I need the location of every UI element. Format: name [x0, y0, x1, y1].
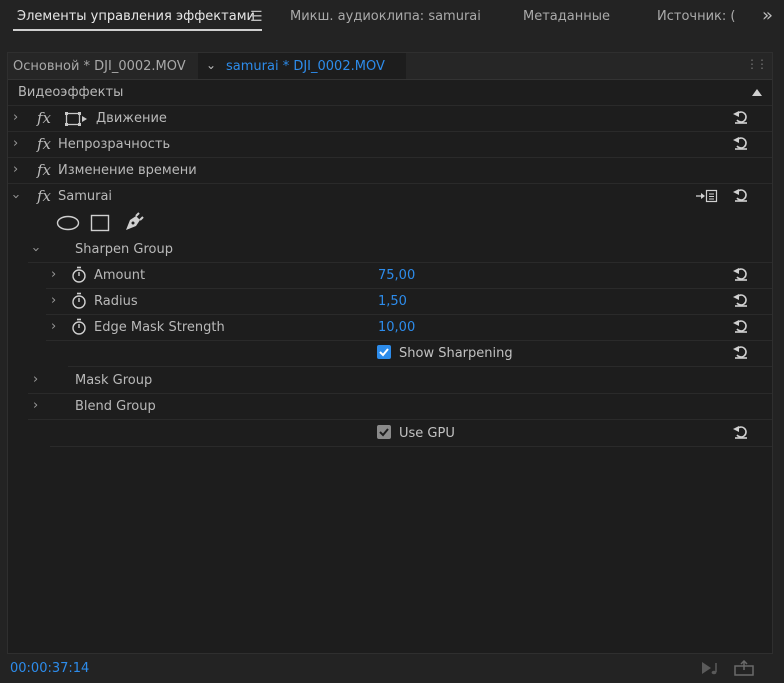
reset-icon[interactable] [732, 108, 750, 126]
group-label-mask: Mask Group [75, 373, 153, 388]
active-clip-tab[interactable]: ⌄ samurai * DJI_0002.MOV [198, 53, 406, 79]
rectangle-mask-icon[interactable] [90, 214, 110, 232]
effect-row-time-remap[interactable]: › fx Изменение времени [8, 158, 772, 184]
clip-dropdown-chevron-icon[interactable]: ⌄ [206, 58, 216, 72]
effect-controls-panel: Основной * DJI_0002.MOV ⌄ samurai * DJI_… [7, 52, 773, 654]
panel-menu-icon[interactable]: ☰ [250, 9, 263, 25]
group-row-sharpen[interactable]: › Sharpen Group [28, 237, 772, 263]
effect-label-motion: Движение [96, 111, 167, 126]
group-label-blend: Blend Group [75, 399, 156, 414]
fx-toggle-icon[interactable]: fx [37, 135, 51, 153]
tab-metadata[interactable]: Метаданные [523, 9, 610, 24]
section-title: Видеоэффекты [18, 85, 124, 100]
expand-chevron-icon[interactable]: › [51, 267, 56, 282]
fx-toggle-icon[interactable]: fx [37, 109, 51, 127]
effect-label-opacity: Непрозрачность [58, 137, 171, 152]
playhead-timecode[interactable]: 00:00:37:14 [10, 661, 89, 676]
param-row-amount[interactable]: › Amount 75,00 [46, 263, 772, 289]
effect-row-motion[interactable]: › fx Движение [8, 106, 772, 132]
export-clip-icon[interactable] [734, 660, 754, 676]
reset-icon[interactable] [732, 265, 750, 283]
param-label-edge-mask-strength: Edge Mask Strength [94, 320, 225, 335]
status-bar: 00:00:37:14 [0, 654, 784, 683]
param-value-radius[interactable]: 1,50 [378, 294, 407, 309]
param-value-edge-mask-strength[interactable]: 10,00 [378, 320, 415, 335]
param-row-edge-mask-strength[interactable]: › Edge Mask Strength 10,00 [46, 315, 772, 341]
param-label-amount: Amount [94, 268, 146, 283]
expand-chevron-icon[interactable]: › [51, 319, 56, 334]
play-audio-icon[interactable] [700, 660, 722, 676]
param-value-amount[interactable]: 75,00 [378, 268, 415, 283]
expand-chevron-icon[interactable]: › [13, 110, 18, 125]
stopwatch-icon[interactable] [71, 292, 87, 309]
expand-chevron-icon[interactable]: › [13, 162, 18, 177]
show-sharpening-row: Show Sharpening [68, 341, 772, 367]
collapse-up-icon[interactable] [752, 89, 762, 96]
tabs-overflow-icon[interactable]: » [762, 5, 773, 26]
show-sharpening-label: Show Sharpening [399, 346, 513, 361]
fx-toggle-icon[interactable]: fx [37, 187, 51, 205]
panel-grip-icon[interactable]: ⋮⋮ [746, 57, 768, 71]
expand-chevron-icon[interactable]: › [33, 398, 38, 413]
ellipse-mask-icon[interactable] [56, 215, 80, 231]
effect-label-time-remap: Изменение времени [58, 163, 197, 178]
collapse-chevron-icon[interactable]: › [8, 194, 23, 199]
tab-source[interactable]: Источник: ( [657, 9, 735, 24]
active-clip-name: samurai * DJI_0002.MOV [226, 59, 385, 74]
reset-icon[interactable] [732, 134, 750, 152]
stopwatch-icon[interactable] [71, 318, 87, 335]
mask-tools-row [8, 210, 772, 236]
panel-gutter [0, 40, 7, 654]
transform-box-icon[interactable] [65, 112, 87, 126]
video-effects-header: Видеоэффекты [8, 80, 772, 106]
stopwatch-icon[interactable] [71, 266, 87, 283]
expand-chevron-icon[interactable]: › [51, 293, 56, 308]
clip-selector-bar: Основной * DJI_0002.MOV ⌄ samurai * DJI_… [8, 53, 772, 80]
effect-settings-icon[interactable] [696, 189, 718, 203]
use-gpu-checkbox[interactable] [377, 425, 391, 439]
param-label-radius: Radius [94, 294, 138, 309]
reset-icon[interactable] [732, 186, 750, 204]
pen-mask-icon[interactable] [124, 212, 144, 232]
use-gpu-row: Use GPU [50, 421, 772, 447]
tab-effect-controls[interactable]: Элементы управления эффектами [17, 9, 255, 24]
effect-row-samurai[interactable]: › fx Samurai [8, 184, 772, 210]
group-row-blend[interactable]: › Blend Group [28, 394, 772, 420]
use-gpu-label: Use GPU [399, 426, 455, 441]
expand-chevron-icon[interactable]: › [13, 136, 18, 151]
group-row-mask[interactable]: › Mask Group [28, 368, 772, 394]
expand-chevron-icon[interactable]: › [33, 372, 38, 387]
active-tab-indicator [13, 29, 262, 31]
master-clip-tab[interactable]: Основной * DJI_0002.MOV [13, 59, 186, 74]
group-label-sharpen: Sharpen Group [75, 242, 174, 257]
fx-disabled-icon: fx [37, 161, 52, 179]
effect-row-opacity[interactable]: › fx Непрозрачность [8, 132, 772, 158]
reset-icon[interactable] [732, 291, 750, 309]
reset-icon[interactable] [732, 317, 750, 335]
collapse-chevron-icon[interactable]: › [28, 247, 43, 252]
show-sharpening-checkbox[interactable] [377, 345, 391, 359]
reset-icon[interactable] [732, 423, 750, 441]
reset-icon[interactable] [732, 343, 750, 361]
tab-audio-clip-mixer[interactable]: Микш. аудиоклипа: samurai [290, 9, 481, 24]
panel-tab-bar: Элементы управления эффектами ☰ Микш. ау… [0, 0, 784, 40]
param-row-radius[interactable]: › Radius 1,50 [46, 289, 772, 315]
effect-label-samurai: Samurai [58, 189, 113, 204]
